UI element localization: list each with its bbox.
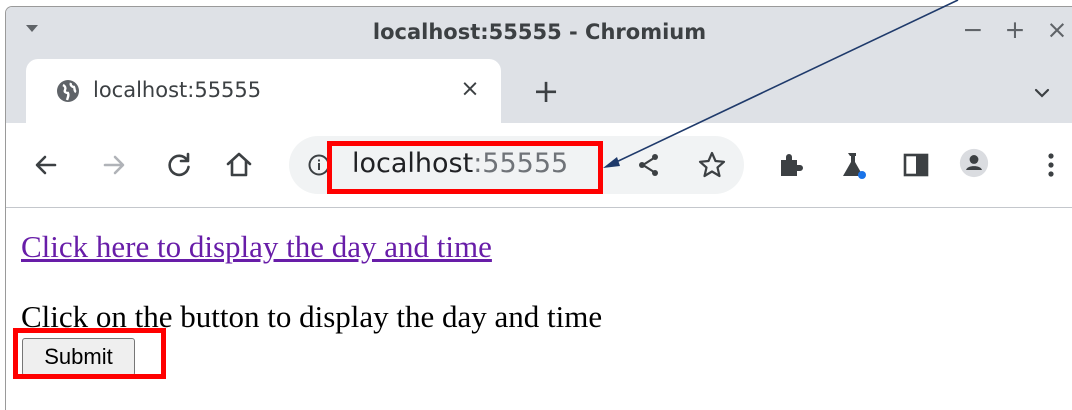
share-icon[interactable] (634, 150, 664, 180)
menu-kebab-icon[interactable] (1036, 150, 1066, 180)
lab-flask-icon[interactable] (838, 150, 868, 180)
page-content: Click here to display the day and time C… (6, 208, 1072, 410)
tab-close-icon[interactable]: × (458, 77, 482, 101)
site-info-icon[interactable] (308, 154, 330, 176)
back-arrow-icon[interactable] (31, 150, 61, 180)
home-icon[interactable] (224, 149, 254, 179)
side-panel-icon[interactable] (901, 150, 931, 180)
address-bar[interactable]: localhost:55555 (289, 136, 744, 194)
instruction-text: Click on the button to display the day a… (21, 299, 603, 334)
url-host: localhost (352, 148, 474, 179)
globe-icon (57, 80, 79, 102)
tab-localhost[interactable]: localhost:55555 × (26, 59, 501, 123)
bookmark-star-icon[interactable] (697, 150, 727, 180)
window-title: localhost:55555 - Chromium (372, 20, 707, 44)
reload-icon[interactable] (164, 150, 194, 180)
maximize-button[interactable]: + (1003, 17, 1027, 43)
url-port: :55555 (473, 148, 569, 179)
tab-title: localhost:55555 (93, 78, 262, 102)
title-bar: localhost:55555 - Chromium − + × localho… (6, 7, 1072, 123)
toolbar: localhost:55555 (6, 123, 1072, 207)
url-text: localhost:55555 (352, 148, 568, 179)
tab-search-chevron-icon[interactable] (1032, 83, 1052, 103)
browser-window: localhost:55555 - Chromium − + × localho… (5, 6, 1072, 410)
extensions-puzzle-icon[interactable] (776, 150, 806, 180)
forward-arrow-icon[interactable] (99, 150, 129, 180)
profile-avatar-icon[interactable] (959, 148, 989, 178)
close-window-button[interactable]: × (1045, 17, 1069, 43)
minimize-button[interactable]: − (961, 17, 985, 43)
display-day-time-link[interactable]: Click here to display the day and time (21, 229, 492, 265)
submit-button[interactable]: Submit (22, 338, 135, 376)
new-tab-button[interactable]: + (530, 75, 562, 107)
